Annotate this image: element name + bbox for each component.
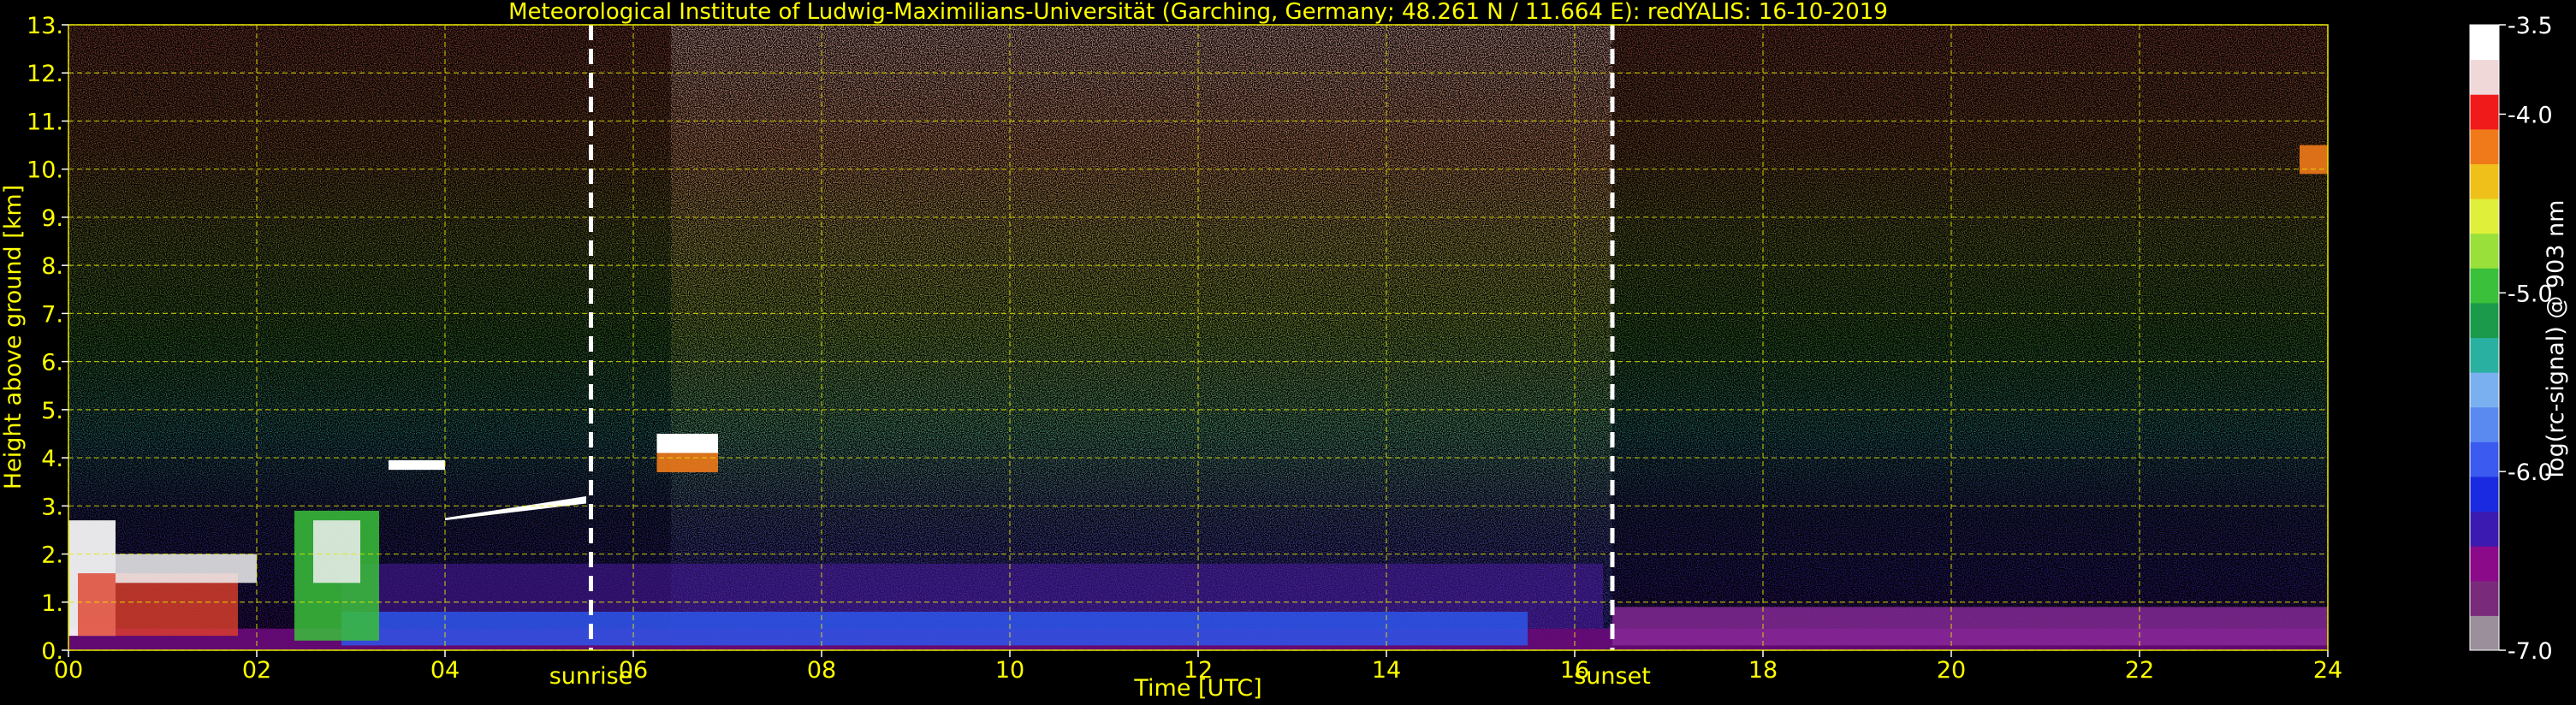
colorbar-segment: [2470, 198, 2499, 234]
colorbar: [2469, 24, 2500, 651]
colorbar-segment: [2470, 302, 2499, 338]
colorbar-segment: [2470, 233, 2499, 269]
midlevel-cloud: [656, 433, 718, 453]
y-tick-label: 4.: [41, 446, 63, 472]
colorbar-segment: [2470, 163, 2499, 199]
colorbar-segment: [2470, 476, 2499, 512]
colorbar-segment: [2470, 546, 2499, 582]
x-tick-label: 08: [807, 657, 836, 684]
colorbar-segment: [2470, 94, 2499, 130]
chart-title: Meteorological Institute of Ludwig-Maxim…: [508, 0, 1888, 25]
y-tick-label: 10.: [27, 157, 63, 184]
x-tick-label: 02: [242, 657, 271, 684]
marker-label-sunset: sunset: [1574, 663, 1651, 690]
x-tick-label: 14: [1372, 657, 1401, 684]
colorbar-segment: [2470, 59, 2499, 95]
y-tick-label: 7.: [41, 301, 63, 328]
colorbar-label: log(rc-signal) @ 903 nm: [2543, 200, 2569, 478]
midlevel-cloud-base: [656, 453, 718, 472]
y-tick-label: 12.: [27, 61, 63, 87]
colorbar-tick-label: -3.5: [2508, 13, 2553, 39]
x-tick-label: 20: [1937, 657, 1966, 684]
x-axis-label: Time [UTC]: [1133, 675, 1261, 702]
x-tick-label: 10: [995, 657, 1024, 684]
marker-label-sunrise: sunrise: [549, 663, 633, 690]
colorbar-tick-label: -7.0: [2508, 638, 2553, 665]
y-axis-label: Height above ground [km]: [0, 185, 27, 489]
aerosol-layer: [341, 612, 1528, 646]
colorbar-segment: [2470, 580, 2499, 616]
x-tick-label: 24: [2313, 657, 2342, 684]
night-aerosol-layer: [1612, 607, 2328, 646]
y-tick-label: 9.: [41, 205, 63, 232]
colorbar-segment: [2470, 511, 2499, 547]
y-tick-label: 6.: [41, 350, 63, 376]
x-tick-label: 04: [430, 657, 460, 684]
colorbar-segment: [2470, 406, 2499, 442]
plot-area: [68, 24, 2329, 651]
colorbar-segment: [2470, 268, 2499, 304]
colorbar-segment: [2470, 337, 2499, 373]
cloud-patch: [389, 459, 445, 471]
colorbar-segment: [2470, 372, 2499, 408]
x-tick-label: 18: [1748, 657, 1778, 684]
cloud-band: [116, 554, 257, 584]
colorbar-segment: [2470, 25, 2499, 61]
y-tick-label: 11.: [27, 109, 63, 135]
colorbar-segment: [2470, 128, 2499, 164]
y-tick-label: 0.: [41, 638, 63, 665]
lidar-chart: 00 02 04 06 08 10 12 14 16 18 20 22 24 0.1.2.3.4.5.6…: [0, 0, 2569, 702]
colorbar-tick-label: -4.0: [2508, 102, 2553, 128]
cloud-rise-top: [313, 520, 360, 584]
y-tick-label: 5.: [41, 398, 63, 424]
y-tick-label: 8.: [41, 253, 63, 280]
x-tick-label: 22: [2125, 657, 2154, 684]
y-tick-label: 13.: [27, 13, 63, 39]
daytime-noise-layer: [671, 25, 1612, 650]
marker-labels: sunrise sunset: [549, 663, 1651, 690]
colorbar-segment: [2470, 441, 2499, 477]
y-axis-ticks: 0. 1. 2. 3. 4. 5. 6. 7. 8. 9. 10. 11. 12. 13.: [27, 13, 68, 665]
y-tick-label: 1.: [41, 590, 63, 617]
colorbar-segment: [2470, 615, 2499, 651]
y-tick-label: 3.: [41, 494, 63, 520]
y-tick-label: 2.: [41, 542, 63, 569]
